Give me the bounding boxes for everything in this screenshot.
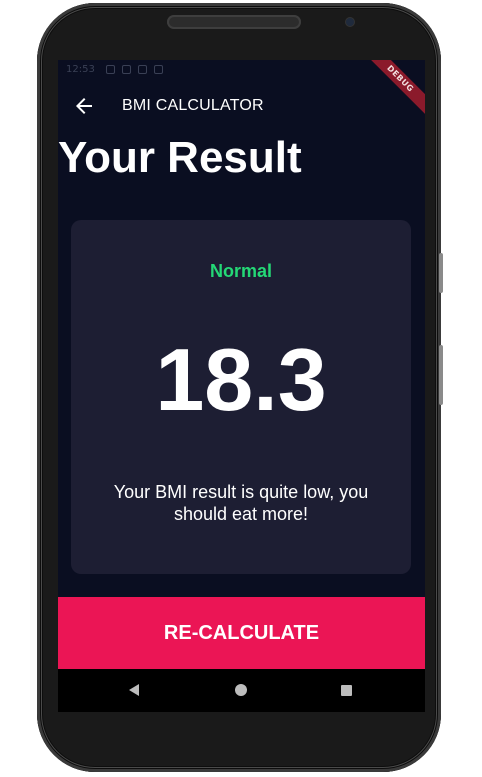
status-bar: 12:53 DEBUG [58,60,425,116]
app-bar-title: BMI CALCULATOR [122,97,264,114]
earpiece-speaker [167,15,301,29]
volume-button [439,253,443,293]
page-title: Your Result [58,133,302,182]
result-status-label: Normal [209,261,272,281]
power-button [439,345,443,405]
nav-back-icon[interactable] [128,684,140,696]
system-nav-bar [58,669,425,712]
status-time: 12:53 [66,64,95,75]
notification-icon [154,65,163,74]
result-message: Your BMI result is quite low, you should… [113,482,369,524]
result-card: Normal 18.3 Your BMI result is quite low… [71,220,411,574]
nav-home-icon[interactable] [235,684,247,696]
arrow-back-icon[interactable] [72,94,96,118]
front-camera [346,18,354,26]
notification-icon [106,65,115,74]
nav-recents-icon[interactable] [341,685,352,696]
recalculate-button[interactable]: RE-CALCULATE [58,597,425,669]
notification-icon [122,65,131,74]
app-bar: BMI CALCULATOR [58,80,425,132]
bmi-value: 18.3 [155,330,327,429]
app-screen: 12:53 DEBUG BMI CALCULATOR Your Result N… [58,60,425,712]
notification-icon [138,65,147,74]
